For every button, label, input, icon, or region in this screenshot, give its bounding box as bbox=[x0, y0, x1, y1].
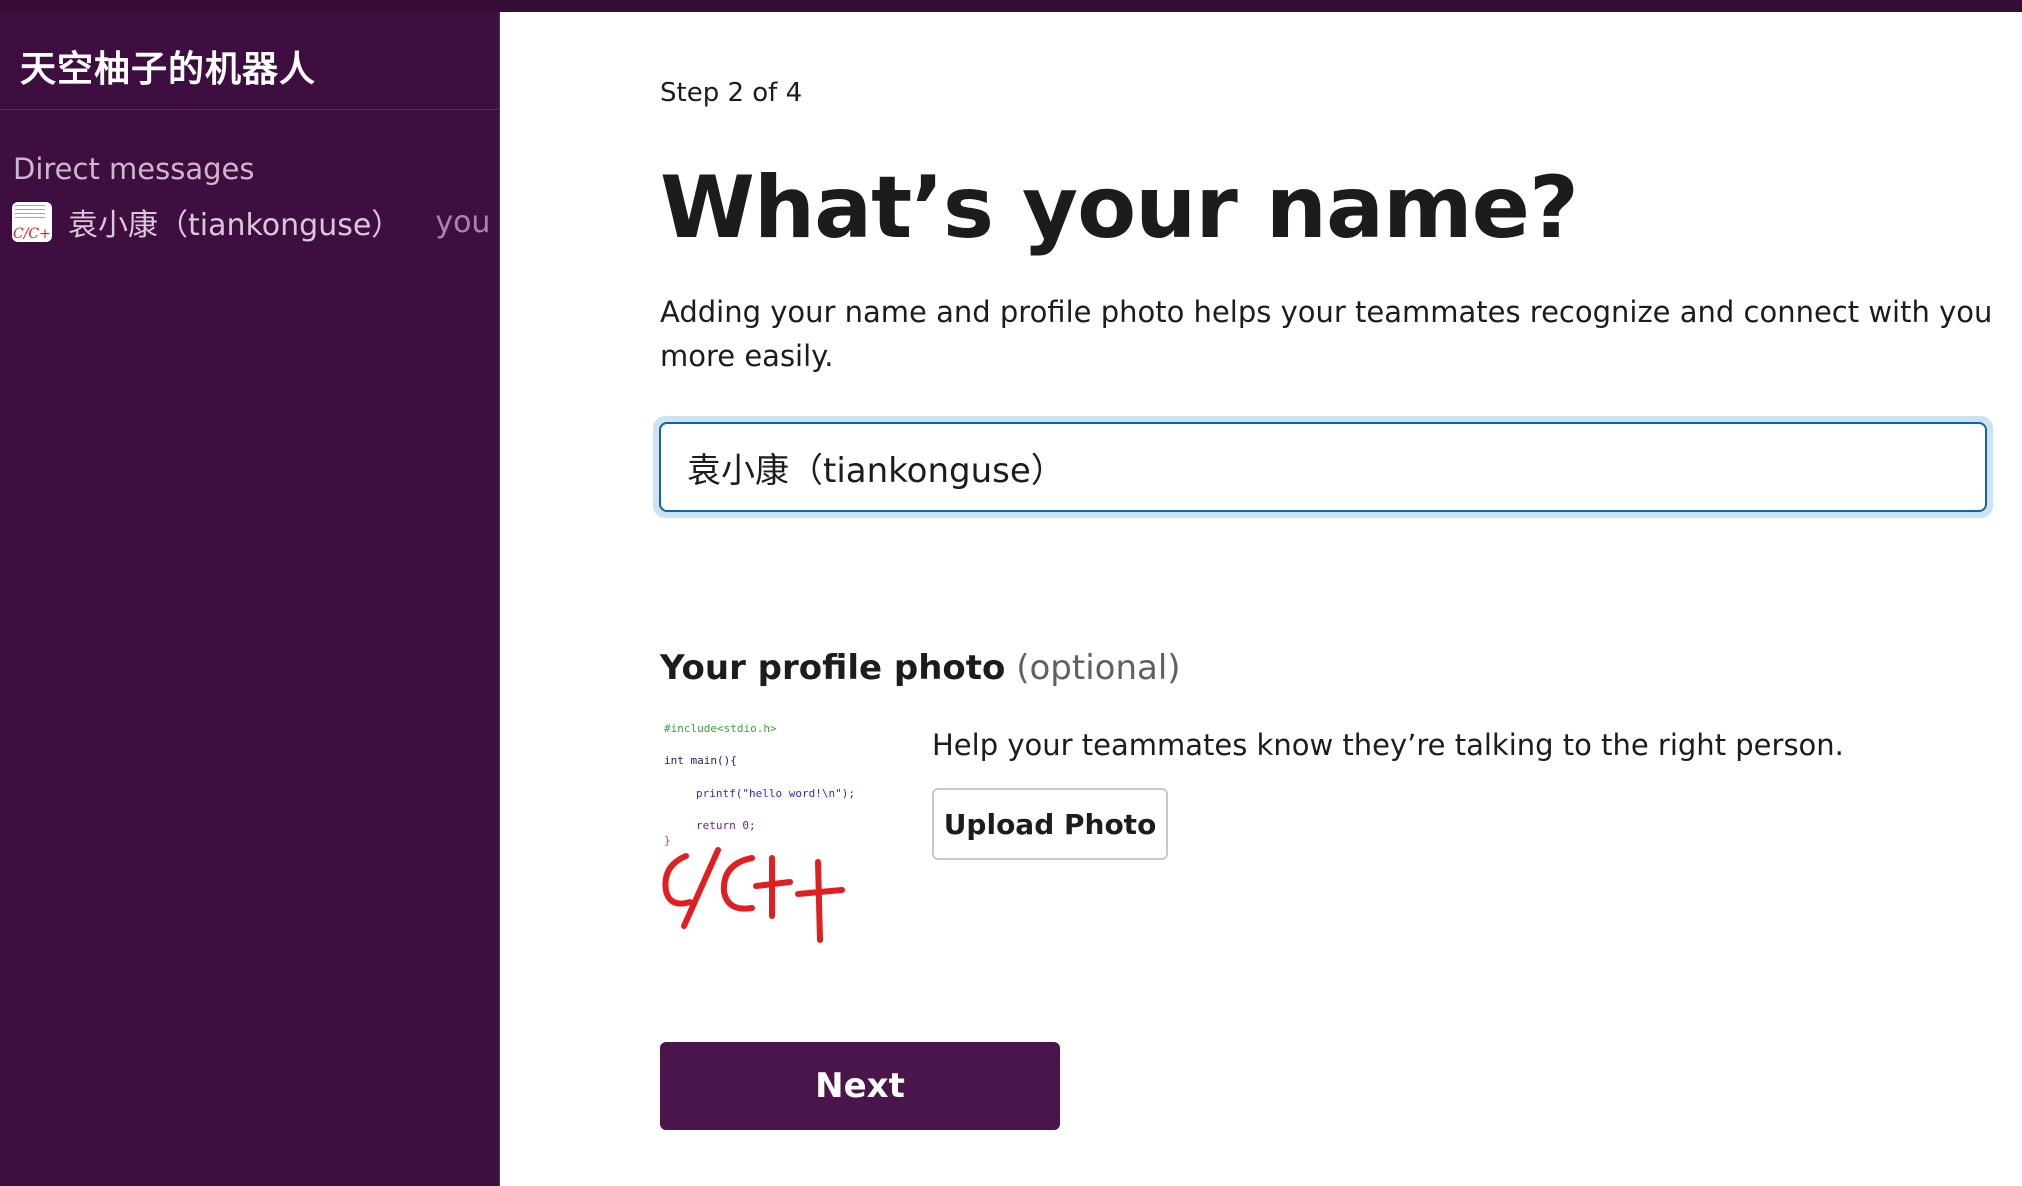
code-line-return: return 0; bbox=[696, 819, 756, 832]
upload-photo-button[interactable]: Upload Photo bbox=[932, 788, 1168, 860]
avatar-cpp-text: C/C++ bbox=[13, 226, 52, 242]
dm-user-name: 袁小康（tiankonguse） bbox=[68, 208, 402, 243]
next-button[interactable]: Next bbox=[660, 1042, 1060, 1130]
direct-messages-heading[interactable]: Direct messages bbox=[13, 152, 499, 186]
page-title: What’s your name? bbox=[660, 158, 1579, 258]
sidebar: 天空柚子的机器人 Direct messages C/C++ 袁小康（tiank… bbox=[0, 12, 500, 1186]
dm-you-label: you bbox=[435, 204, 491, 240]
avatar-code-lines bbox=[15, 205, 45, 206]
top-bar bbox=[0, 0, 2022, 12]
cpp-code-avatar-icon: C/C++ bbox=[12, 202, 52, 242]
step-indicator: Step 2 of 4 bbox=[660, 78, 803, 108]
profile-photo-help-text: Help your teammates know they’re talking… bbox=[932, 728, 1844, 762]
workspace-name[interactable]: 天空柚子的机器人 bbox=[20, 40, 499, 92]
workspace-header[interactable]: 天空柚子的机器人 bbox=[0, 12, 499, 110]
handwritten-cpp-text bbox=[662, 847, 845, 943]
profile-photo: #include<stdio.h> int main(){ printf("he… bbox=[660, 716, 890, 946]
display-name-input[interactable] bbox=[659, 422, 1987, 512]
page-subtitle: Adding your name and profile photo helps… bbox=[660, 295, 1993, 373]
code-line-main: int main(){ bbox=[664, 754, 737, 767]
name-field-focus-ring bbox=[653, 416, 1993, 518]
code-line-include: #include<stdio.h> bbox=[664, 722, 777, 735]
dm-item-self[interactable]: C/C++ 袁小康（tiankonguse） you bbox=[12, 200, 499, 244]
app-window: 天空柚子的机器人 Direct messages C/C++ 袁小康（tiank… bbox=[0, 0, 2022, 1186]
code-line-close: } bbox=[664, 834, 671, 847]
optional-label: (optional) bbox=[1016, 648, 1181, 688]
profile-photo-heading-text: Your profile photo bbox=[660, 648, 1006, 688]
profile-photo-heading: Your profile photo (optional) bbox=[660, 648, 1181, 688]
code-line-printf: printf("hello word!\n"); bbox=[696, 787, 855, 800]
main-panel: Step 2 of 4 What’s your name? Adding you… bbox=[500, 12, 2022, 1186]
